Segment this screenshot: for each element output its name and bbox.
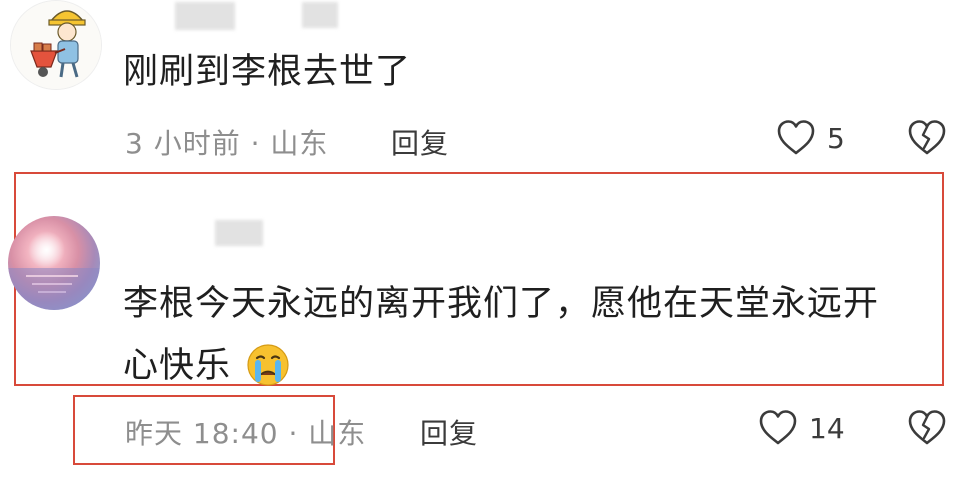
like-count: 5 bbox=[827, 122, 845, 155]
crying-face-icon bbox=[245, 342, 291, 388]
heart-outline-icon[interactable] bbox=[758, 408, 798, 448]
heart-outline-icon[interactable] bbox=[776, 118, 816, 158]
avatar[interactable] bbox=[8, 216, 100, 310]
username-blurred[interactable] bbox=[215, 220, 263, 246]
comment-text-line2: 心快乐 bbox=[123, 346, 232, 386]
broken-heart-icon[interactable] bbox=[906, 118, 948, 158]
avatar-cartoon-worker bbox=[11, 1, 101, 89]
comment-meta: 3 小时前 · 山东 bbox=[125, 127, 329, 160]
avatar[interactable] bbox=[10, 0, 102, 90]
username-blurred bbox=[302, 2, 338, 28]
comment-text-line1: 李根今天永远的离开我们了，愿他在天堂永远开 bbox=[123, 284, 880, 324]
comment-text-line2-wrap: 心快乐 bbox=[123, 344, 231, 388]
username-blurred[interactable] bbox=[175, 2, 235, 30]
comment-text: 刚刷到李根去世了 bbox=[123, 52, 412, 92]
reply-button[interactable]: 回复 bbox=[420, 412, 478, 452]
like-count: 14 bbox=[809, 412, 845, 445]
reply-button[interactable]: 回复 bbox=[391, 122, 449, 162]
comment-meta: 昨天 18:40 · 山东 bbox=[125, 417, 367, 450]
broken-heart-icon[interactable] bbox=[906, 408, 948, 448]
avatar-sunset-image bbox=[8, 216, 100, 310]
